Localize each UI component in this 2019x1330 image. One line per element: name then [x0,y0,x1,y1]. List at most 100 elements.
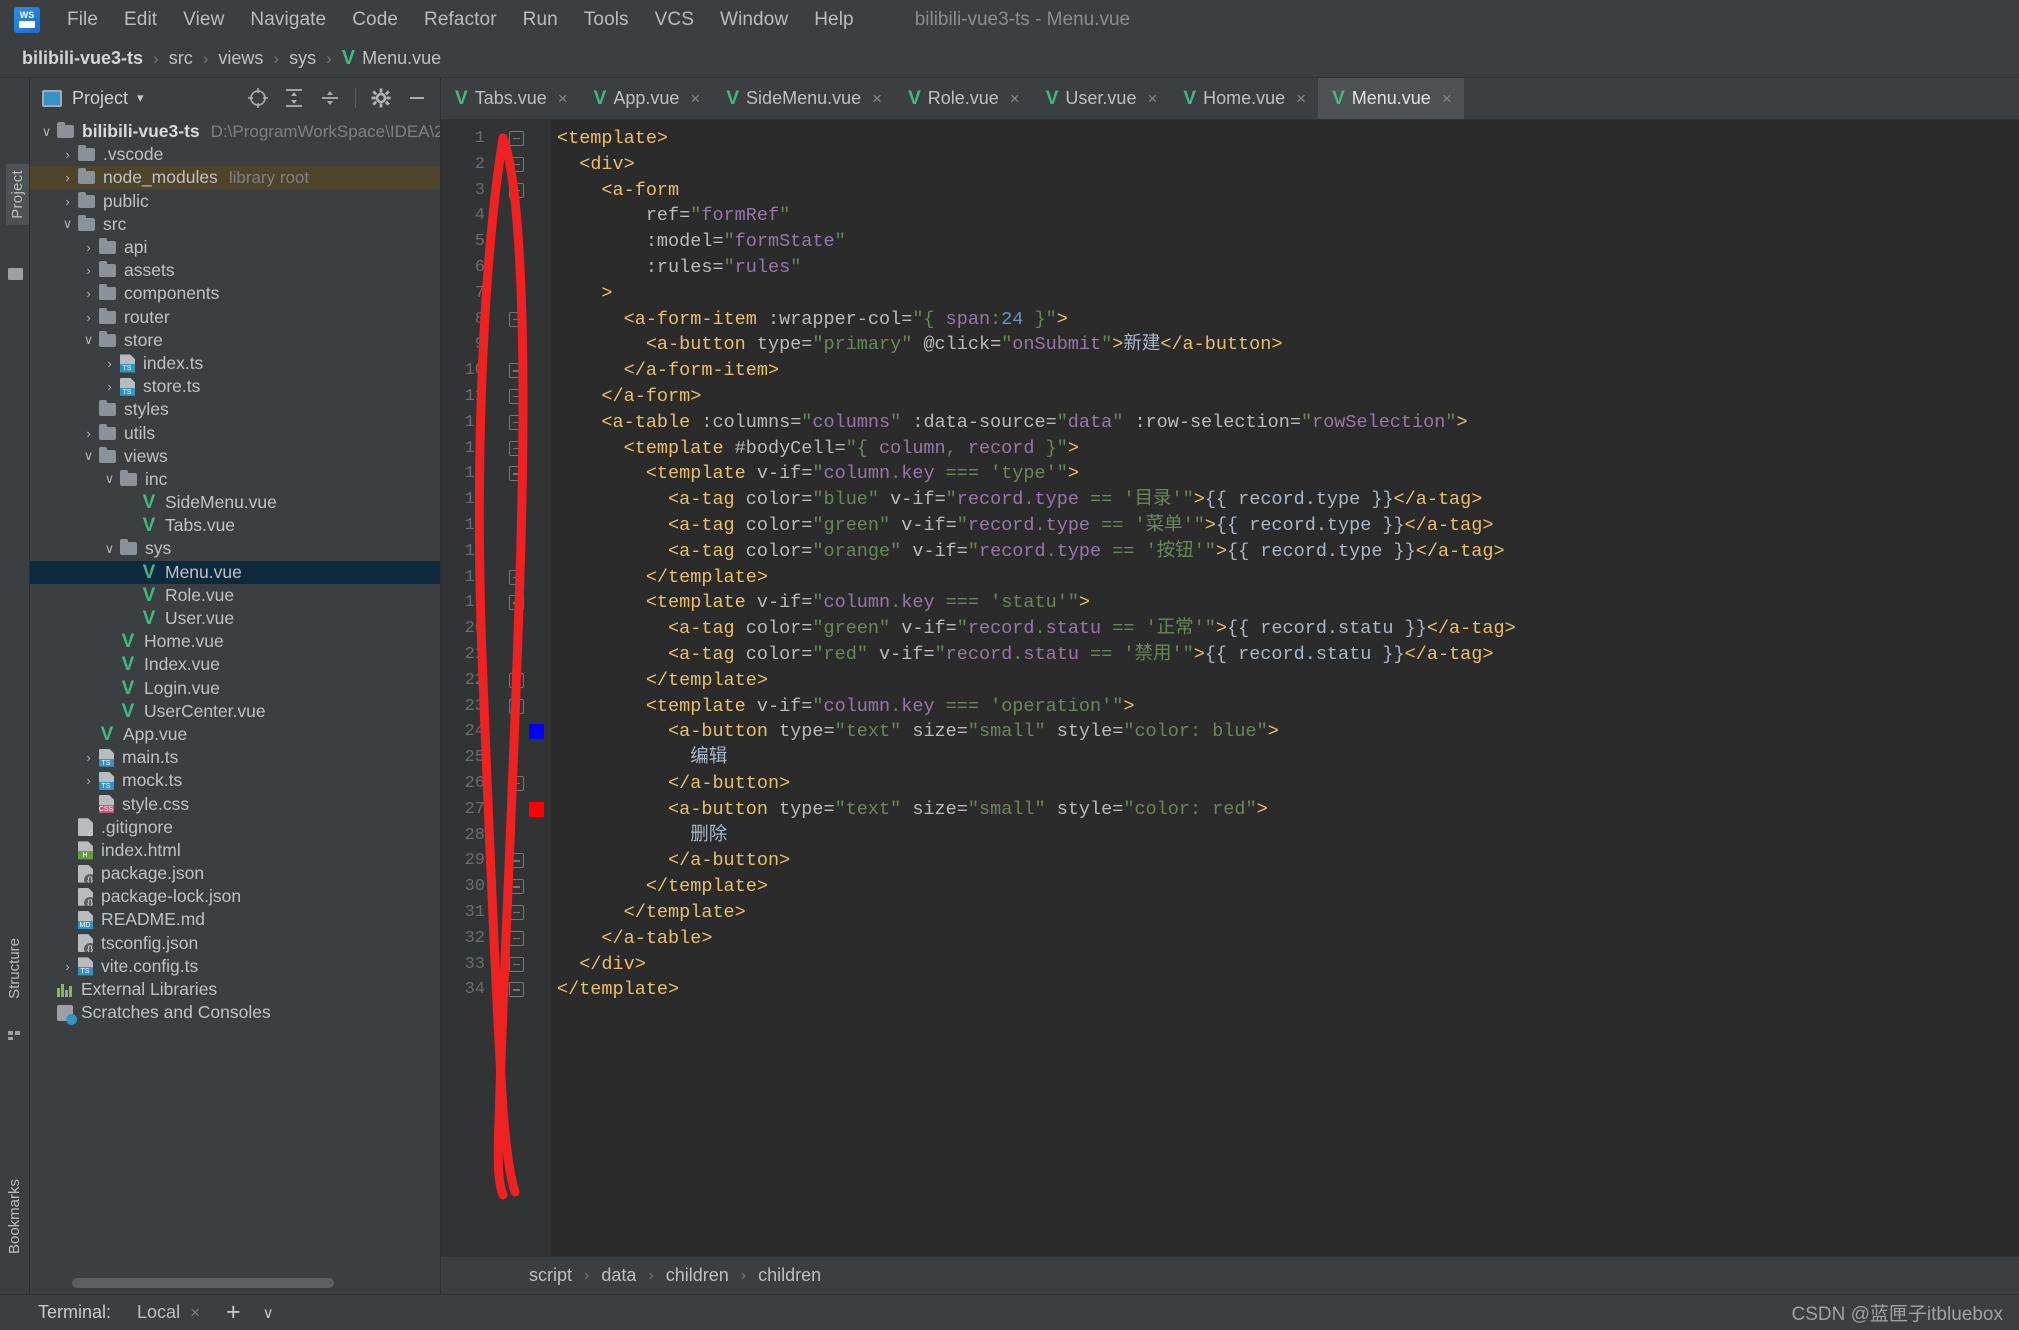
fold-collapse-icon[interactable] [509,182,524,198]
tree-node-public[interactable]: › public [30,190,440,213]
chevron-right-icon[interactable]: › [61,194,74,209]
code-line[interactable]: <a-tag color="red" v-if="record.statu ==… [557,642,1493,668]
tree-node-login-vue[interactable]: › V Login.vue [30,677,440,700]
chevron-right-icon[interactable]: › [61,936,74,951]
rail-button-bookmarks[interactable]: Bookmarks [6,1179,23,1254]
rail-button-structure[interactable]: Structure [6,938,23,999]
close-icon[interactable]: × [190,1303,200,1323]
chevron-right-icon[interactable]: › [124,611,137,626]
close-icon[interactable]: × [872,89,882,109]
breadcrumb-item-0[interactable]: bilibili-vue3-ts [22,48,143,69]
code-line[interactable]: </a-table> [557,926,712,952]
close-icon[interactable]: × [1147,89,1157,109]
code-line[interactable]: <a-tag color="green" v-if="record.type =… [557,513,1493,539]
tree-node-views[interactable]: ∨ views [30,445,440,468]
tree-node-utils[interactable]: › utils [30,421,440,444]
minimize-icon[interactable] [406,87,428,109]
tree-node-home-vue[interactable]: › V Home.vue [30,630,440,653]
code-line[interactable]: > [557,281,612,307]
tree-node-store[interactable]: ∨ store [30,329,440,352]
tree-node-menu-vue[interactable]: › V Menu.vue [30,560,440,584]
chevron-right-icon[interactable]: › [82,773,95,788]
gutter-color-marker[interactable] [529,724,544,740]
chevron-right-icon[interactable]: › [103,657,116,672]
tree-node-tsconfig-json[interactable]: › tsconfig.json [30,932,440,955]
chevron-right-icon[interactable]: › [82,310,95,325]
editor-tab-sidemenu-vue[interactable]: V SideMenu.vue × [712,78,894,119]
menu-item-navigate[interactable]: Navigate [237,6,339,34]
code-line[interactable]: <a-form [557,178,679,204]
locate-icon[interactable] [247,87,269,109]
chevron-right-icon[interactable]: › [82,426,95,441]
tree-node-usercenter-vue[interactable]: › V UserCenter.vue [30,700,440,723]
code-line[interactable]: </a-button> [557,848,790,874]
close-icon[interactable]: × [1010,89,1020,109]
menu-item-tools[interactable]: Tools [571,6,642,34]
code-line[interactable]: <a-tag color="orange" v-if="record.type … [557,539,1505,565]
chevron-right-icon[interactable]: › [82,286,95,301]
tree-node-store-ts[interactable]: › TS store.ts [30,375,440,398]
chevron-right-icon[interactable]: › [61,843,74,858]
tree-node-styles[interactable]: › styles [30,398,440,421]
code-line[interactable]: </template> [557,977,679,1003]
chevron-right-icon[interactable]: › [103,634,116,649]
tree-node-package-lock-json[interactable]: › package-lock.json [30,885,440,908]
tree-node-api[interactable]: › api [30,236,440,259]
code-line[interactable]: <template v-if="column.key === 'operatio… [557,694,1135,720]
editor-crumb-1[interactable]: data [601,1265,636,1286]
chevron-right-icon[interactable]: › [61,820,74,835]
chevron-right-icon[interactable]: › [103,379,116,394]
menu-item-edit[interactable]: Edit [111,6,170,34]
close-icon[interactable]: × [690,89,700,109]
tree-node-main-ts[interactable]: › TS main.ts [30,746,440,769]
tree-node-readme-md[interactable]: › MD README.md [30,908,440,931]
terminal-session-local[interactable]: Local [137,1302,180,1323]
fold-collapse-icon[interactable] [509,414,524,430]
chevron-right-icon[interactable]: › [61,959,74,974]
collapse-all-icon[interactable] [319,87,341,109]
tree-node-index-html[interactable]: › Hindex.html [30,839,440,862]
fold-collapse-icon[interactable] [509,131,524,146]
code-line[interactable]: :rules="rules" [557,255,801,281]
fold-collapse-icon[interactable] [509,440,524,456]
chevron-right-icon[interactable]: › [61,912,74,927]
project-horizontal-scrollbar[interactable] [72,1278,334,1288]
code-line[interactable]: <template #bodyCell="{ column, record }"… [557,436,1079,462]
chevron-down-icon[interactable]: ∨ [40,124,53,140]
chevron-right-icon[interactable]: › [82,750,95,765]
fold-expand-icon[interactable] [509,905,524,920]
gutter-color-marker[interactable] [529,801,544,817]
chevron-right-icon[interactable]: › [103,704,116,719]
menu-item-refactor[interactable]: Refactor [411,6,510,34]
code-line[interactable]: 编辑 [557,745,727,771]
editor-tab-home-vue[interactable]: V Home.vue × [1169,78,1318,119]
fold-expand-icon[interactable] [509,363,524,379]
fold-collapse-icon[interactable] [509,311,524,327]
chevron-right-icon[interactable]: › [61,866,74,881]
tree-node-node-modules[interactable]: › node_modules library root [30,166,440,190]
tree-node-index-vue[interactable]: › V Index.vue [30,653,440,676]
tree-node-bilibili-vue3-ts[interactable]: ∨ bilibili-vue3-ts D:\ProgramWorkSpace\IDE… [30,120,440,143]
fold-collapse-icon[interactable] [509,595,524,611]
code-line[interactable]: <a-button type="primary" @click="onSubmi… [557,332,1283,358]
editor-tab-role-vue[interactable]: V Role.vue × [894,78,1032,119]
add-terminal-icon[interactable]: + [226,1298,241,1327]
code-line[interactable]: <a-form-item :wrapper-col="{ span:24 }"> [557,307,1068,333]
fold-expand-icon[interactable] [509,569,524,585]
fold-collapse-icon[interactable] [509,698,524,714]
tree-node-sidemenu-vue[interactable]: › V SideMenu.vue [30,491,440,514]
code-line[interactable]: <div> [557,152,635,178]
fold-expand-icon[interactable] [509,853,524,869]
rail-button-project[interactable]: Project [6,164,29,225]
expand-all-icon[interactable] [283,87,305,109]
tree-node-package-json[interactable]: › package.json [30,862,440,885]
chevron-right-icon[interactable]: › [82,240,95,255]
editor-tab-menu-vue[interactable]: V Menu.vue × [1318,78,1464,119]
chevron-right-icon[interactable]: › [124,495,137,510]
code-line[interactable]: </template> [557,900,746,926]
tree-node-components[interactable]: › components [30,282,440,305]
editor-tab-tabs-vue[interactable]: V Tabs.vue × [441,78,580,119]
tree-node-external-libraries[interactable]: › External Libraries [30,978,440,1001]
code-line[interactable]: <template v-if="column.key === 'statu'"> [557,590,1090,616]
chevron-right-icon[interactable]: › [61,147,74,162]
